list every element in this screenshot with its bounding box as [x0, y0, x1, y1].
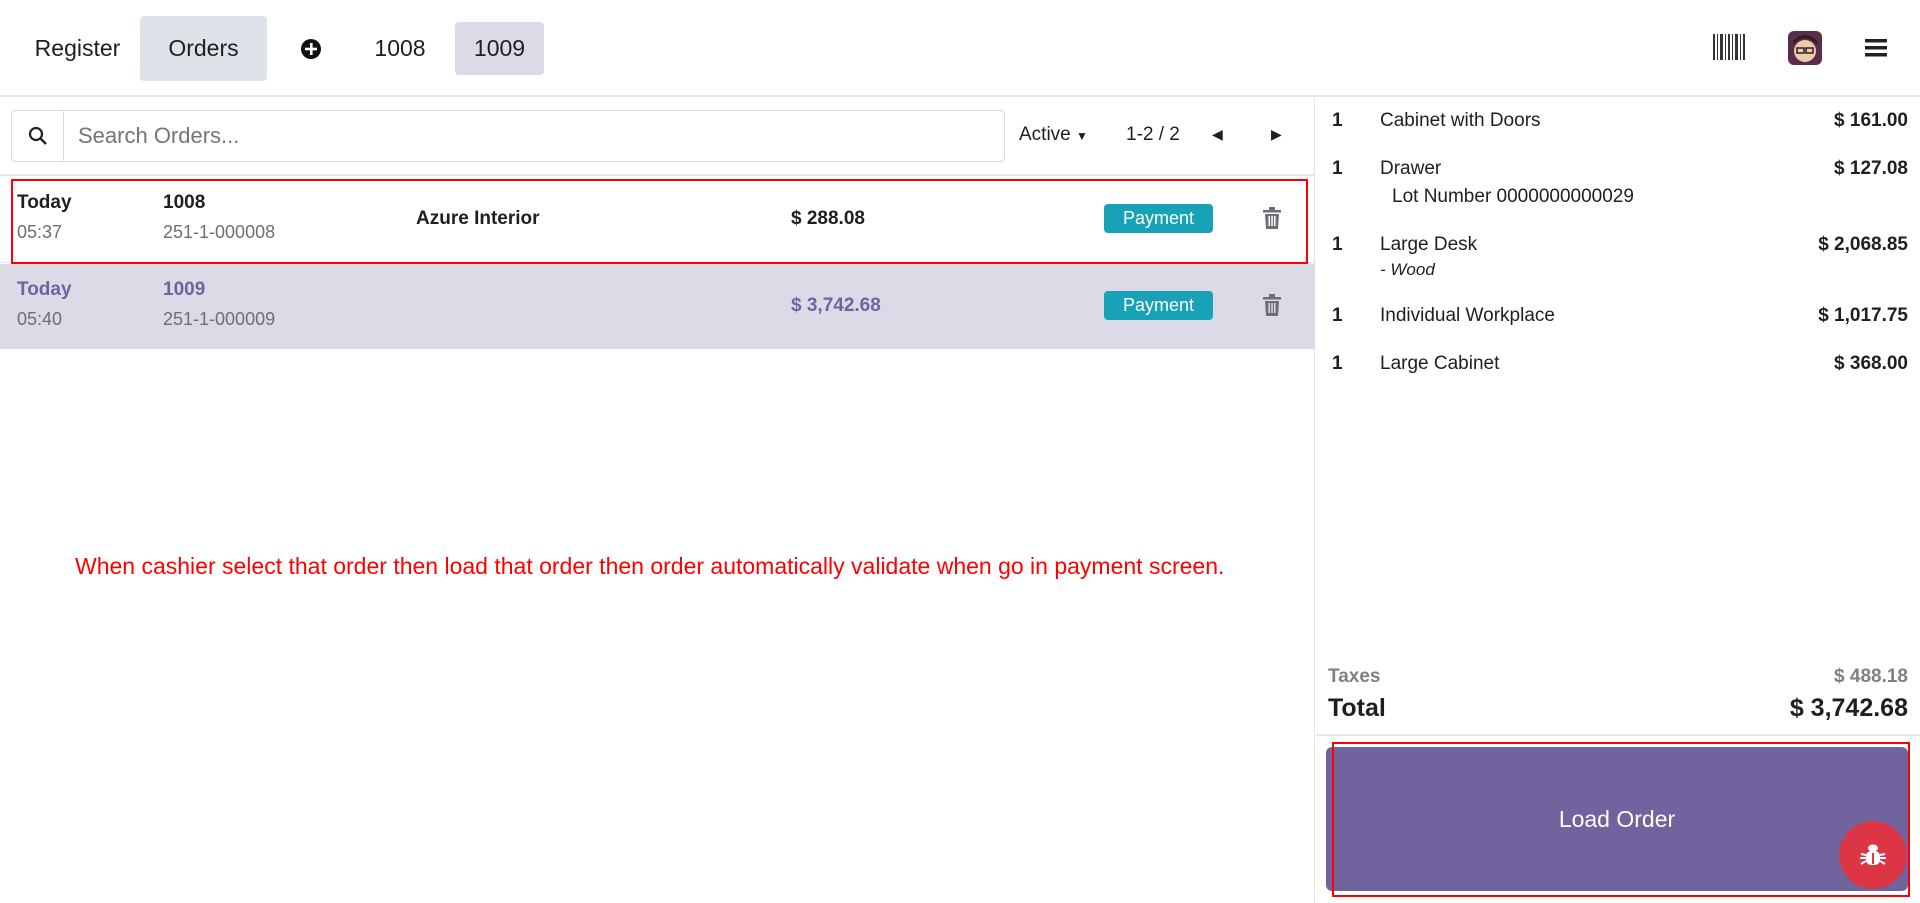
- total-value: $ 3,742.68: [1789, 694, 1908, 722]
- line-price: $ 1,017.75: [1818, 305, 1908, 326]
- line-price: $ 127.08: [1834, 158, 1908, 179]
- order-ref: 251-1-000009: [163, 309, 276, 329]
- order-line[interactable]: 1 Individual Workplace $ 1,017.75: [1316, 305, 1920, 345]
- plus-circle-icon[interactable]: [296, 34, 326, 64]
- debug-button[interactable]: [1839, 821, 1907, 889]
- hamburger-menu-icon[interactable]: [1865, 38, 1887, 63]
- pagination-label: 1-2 / 2: [1126, 124, 1180, 145]
- line-name: Individual Workplace: [1380, 305, 1555, 326]
- line-qty: 1: [1332, 353, 1343, 374]
- caret-down-icon: ▼: [1076, 129, 1088, 143]
- order-total: $ 3,742.68: [791, 295, 881, 316]
- line-name: Drawer: [1380, 158, 1442, 179]
- order-row-1009[interactable]: Today 05:40 1009 251-1-000009 $ 3,742.68…: [0, 264, 1315, 349]
- line-price: $ 161.00: [1834, 110, 1908, 131]
- order-line[interactable]: 1 Large Desk $ 2,068.85 - Wood: [1316, 234, 1920, 294]
- filter-dropdown[interactable]: Active ▼: [1019, 124, 1088, 146]
- order-date: Today: [17, 279, 72, 300]
- total-label: Total: [1328, 694, 1386, 722]
- line-lot-number: Lot Number 0000000000029: [1392, 186, 1634, 207]
- tab-order-1008[interactable]: 1008: [360, 22, 440, 75]
- filter-label: Active: [1019, 124, 1071, 145]
- prev-page-icon[interactable]: ◀: [1212, 126, 1223, 143]
- order-detail-panel: 1 Cabinet with Doors $ 161.00 1 Drawer $…: [1316, 98, 1920, 903]
- line-attribute: - Wood: [1380, 260, 1435, 279]
- barcode-icon[interactable]: [1713, 34, 1745, 65]
- next-page-icon[interactable]: ▶: [1271, 126, 1282, 143]
- divider: [0, 174, 1315, 176]
- top-bar: Register Orders 1008 1009: [0, 0, 1920, 97]
- taxes-label: Taxes: [1328, 666, 1381, 687]
- line-price: $ 368.00: [1834, 353, 1908, 374]
- line-name: Large Desk: [1380, 234, 1478, 255]
- line-qty: 1: [1332, 158, 1343, 179]
- bug-icon: [1860, 844, 1886, 865]
- orders-list-panel: Active ▼ 1-2 / 2 ◀ ▶ Today 05:37 1008 25…: [0, 98, 1315, 903]
- line-qty: 1: [1332, 110, 1343, 131]
- tab-order-1009[interactable]: 1009: [455, 22, 544, 75]
- tab-orders[interactable]: Orders: [140, 16, 267, 81]
- search-input[interactable]: [63, 110, 1005, 162]
- search-icon: [11, 110, 64, 162]
- line-qty: 1: [1332, 234, 1343, 255]
- line-name: Cabinet with Doors: [1380, 110, 1541, 131]
- highlight-box: [1332, 742, 1910, 897]
- avatar[interactable]: [1788, 31, 1822, 65]
- line-price: $ 2,068.85: [1818, 234, 1908, 255]
- line-qty: 1: [1332, 305, 1343, 326]
- line-name: Large Cabinet: [1380, 353, 1500, 374]
- annotation-text: When cashier select that order then load…: [75, 553, 1225, 579]
- highlight-box: [11, 179, 1308, 264]
- taxes-value: $ 488.18: [1834, 666, 1908, 687]
- order-line[interactable]: 1 Large Cabinet $ 368.00: [1316, 353, 1920, 393]
- divider: [1316, 734, 1920, 736]
- order-number: 1009: [163, 279, 206, 300]
- order-line[interactable]: 1 Drawer $ 127.08 Lot Number 00000000000…: [1316, 158, 1920, 218]
- order-time: 05:40: [17, 309, 63, 329]
- order-line[interactable]: 1 Cabinet with Doors $ 161.00: [1316, 110, 1920, 150]
- trash-icon[interactable]: [1263, 294, 1281, 321]
- tab-register[interactable]: Register: [20, 16, 135, 81]
- status-badge: Payment: [1104, 291, 1213, 320]
